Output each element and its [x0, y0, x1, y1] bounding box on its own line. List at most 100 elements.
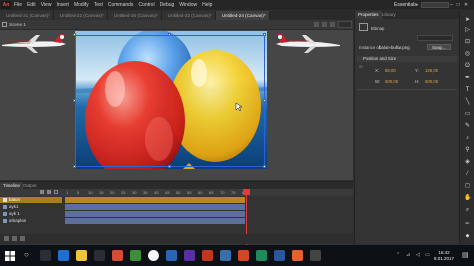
system-clock[interactable]: 16:42 8.01.2017	[434, 250, 454, 261]
timeline-ruler[interactable]: 1 5 10 15 20 25 30 35 40 45 50 55 60 65 …	[0, 189, 353, 196]
section-position-size[interactable]: Position and Size	[357, 56, 457, 62]
stroke-color-icon[interactable]: ✏	[464, 221, 471, 228]
lock-icon[interactable]	[47, 190, 51, 194]
menu-insert[interactable]: Insert	[56, 0, 69, 10]
app-icon[interactable]	[256, 250, 267, 261]
minimize-button[interactable]: –	[450, 0, 453, 10]
layer-row-ayk1[interactable]: ayk1	[0, 204, 62, 210]
outline-icon[interactable]	[54, 190, 58, 194]
workspace-switcher[interactable]: Essentials	[394, 0, 417, 10]
menu-debug[interactable]: Debug	[160, 0, 175, 10]
bone-tool-icon[interactable]: ⚲	[464, 147, 471, 154]
file-explorer-icon[interactable]	[76, 250, 87, 261]
resize-handle[interactable]	[263, 33, 266, 36]
swap-button[interactable]: Swap...	[427, 44, 451, 50]
y-value[interactable]: 126,00	[425, 68, 438, 73]
eye-icon[interactable]	[40, 190, 44, 194]
doc-tab-active[interactable]: Untitled-24 (Canvas)*	[215, 11, 270, 20]
tab-output[interactable]: Output	[20, 182, 40, 189]
line-tool-icon[interactable]: ╲	[464, 99, 471, 106]
app-icon[interactable]	[112, 250, 123, 261]
paint-bucket-icon[interactable]: ◈	[464, 159, 471, 166]
app-icon[interactable]	[274, 250, 285, 261]
resize-handle[interactable]	[73, 165, 76, 168]
resize-handle[interactable]	[168, 33, 171, 36]
edit-symbols-icon[interactable]	[314, 22, 319, 27]
resize-handle[interactable]	[263, 99, 266, 102]
clip-icon[interactable]	[330, 22, 335, 27]
selection-bounding-box[interactable]	[75, 35, 265, 167]
task-view-icon[interactable]	[40, 250, 51, 261]
app-icon[interactable]	[184, 250, 195, 261]
zoom-select[interactable]	[338, 21, 352, 28]
notifications-icon[interactable]: ▤	[462, 251, 469, 259]
app-icon[interactable]	[292, 250, 303, 261]
x-value[interactable]: 88,00	[385, 68, 396, 73]
menu-modify[interactable]: Modify	[74, 0, 89, 10]
menu-help[interactable]: Help	[202, 0, 212, 10]
link-icon[interactable]: ∞	[359, 64, 363, 70]
edge-browser-icon[interactable]	[58, 250, 69, 261]
rectangle-tool-icon[interactable]: ▭	[464, 111, 471, 118]
zoom-tool-icon[interactable]: ⌕	[464, 207, 471, 214]
app-icon[interactable]	[238, 250, 249, 261]
doc-tab[interactable]: Untitled-21 (Canvas)*	[0, 11, 54, 20]
menu-edit[interactable]: Edit	[27, 0, 36, 10]
resize-handle[interactable]	[73, 99, 76, 102]
layer-frames-balon[interactable]	[65, 197, 245, 203]
windows-start-icon[interactable]	[5, 251, 15, 261]
resize-handle[interactable]	[73, 33, 76, 36]
h-value[interactable]: 500,00	[425, 79, 438, 84]
menu-commands[interactable]: Commands	[108, 0, 134, 10]
center-stage-icon[interactable]	[322, 22, 327, 27]
playhead-marker[interactable]	[243, 189, 250, 195]
menu-window[interactable]: Window	[179, 0, 197, 10]
store-icon[interactable]	[94, 250, 105, 261]
animate-app-icon[interactable]	[202, 250, 213, 261]
app-icon[interactable]	[310, 250, 321, 261]
resize-handle[interactable]	[263, 165, 266, 168]
language-icon[interactable]: ▭	[425, 252, 430, 258]
layer-row-ayk-1[interactable]: ayk 1	[0, 211, 62, 217]
chrome-icon[interactable]	[148, 250, 159, 261]
selection-tool-icon[interactable]: ➤	[464, 17, 471, 24]
tab-library[interactable]: Library	[379, 11, 399, 19]
menu-file[interactable]: File	[14, 0, 22, 10]
app-icon[interactable]	[130, 250, 141, 261]
w-value[interactable]: 500,00	[385, 79, 398, 84]
lasso-tool-icon[interactable]: ʘ	[464, 63, 471, 70]
text-tool-icon[interactable]: T	[464, 87, 471, 94]
subselection-tool-icon[interactable]: ▷	[464, 27, 471, 34]
maximize-button[interactable]: □	[457, 0, 460, 10]
search-icon[interactable]: ○	[24, 250, 29, 259]
delete-layer-icon[interactable]	[20, 236, 25, 241]
close-button[interactable]: ✕	[464, 0, 468, 10]
3d-rotation-tool-icon[interactable]: ◎	[464, 51, 471, 58]
doc-tab[interactable]: Untitled-23 (Canvas)*	[161, 11, 216, 20]
doc-tab[interactable]: Untitled-22 (Canvas)*	[53, 11, 108, 20]
layer-frames-ayk-1[interactable]	[65, 211, 245, 217]
pencil-tool-icon[interactable]: ✎	[464, 123, 471, 130]
layer-frames-ayk1[interactable]	[65, 204, 245, 210]
search-input[interactable]	[421, 2, 449, 8]
eyedropper-icon[interactable]: ⁄	[464, 171, 471, 178]
transform-tool-icon[interactable]: ⊡	[464, 39, 471, 46]
hand-tool-icon[interactable]: ✋	[464, 195, 471, 202]
scene-label[interactable]: Scene 1	[9, 20, 26, 29]
menu-control[interactable]: Control	[138, 0, 154, 10]
menu-view[interactable]: View	[41, 0, 52, 10]
brush-tool-icon[interactable]: ♪	[464, 135, 471, 142]
menu-text[interactable]: Text	[94, 0, 103, 10]
pen-tool-icon[interactable]: ✒	[464, 75, 471, 82]
fill-color-icon[interactable]: ◆	[464, 233, 471, 240]
layer-frames-arkaplan[interactable]	[65, 218, 245, 224]
chevron-down-icon[interactable]: ▾	[416, 0, 418, 10]
layer-row-balon[interactable]: balon	[0, 197, 62, 203]
network-icon[interactable]: ⊿	[406, 252, 410, 258]
tab-properties[interactable]: Properties	[355, 11, 382, 19]
app-icon[interactable]	[220, 250, 231, 261]
resize-handle[interactable]	[168, 165, 171, 168]
instance-name-field[interactable]	[417, 35, 453, 41]
volume-icon[interactable]: ◁	[416, 252, 420, 258]
layer-row-arkaplan[interactable]: arkaplan	[0, 218, 62, 224]
